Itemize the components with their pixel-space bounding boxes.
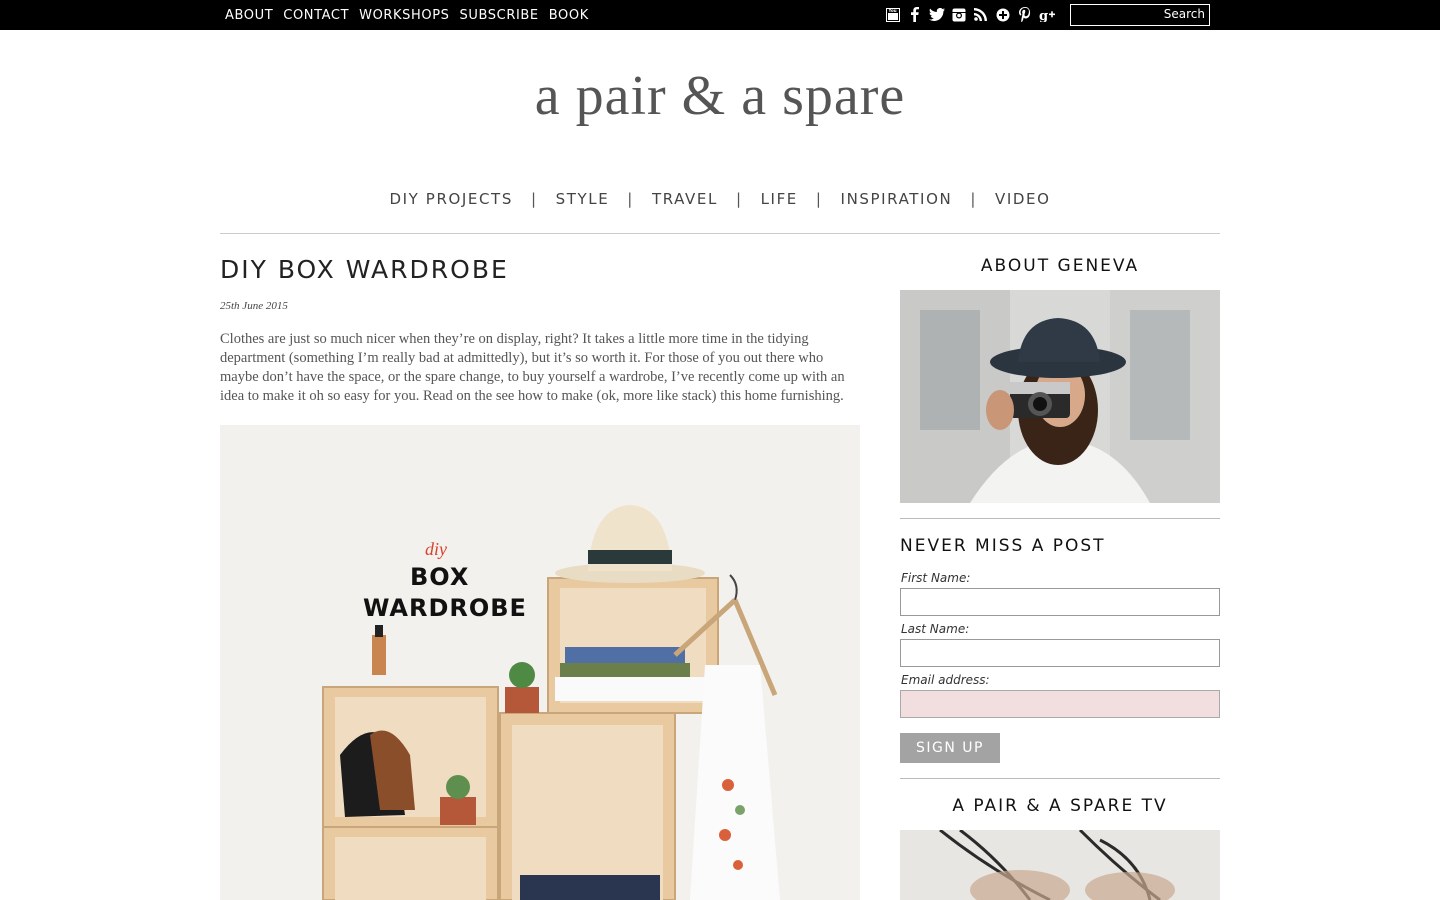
category-separator: | — [815, 190, 823, 208]
top-nav-workshops[interactable]: WORKSHOPS — [359, 8, 449, 23]
category-video[interactable]: VIDEO — [995, 190, 1051, 208]
post-body-line: department (something I’m really bad at … — [220, 350, 824, 366]
category-separator: | — [735, 190, 743, 208]
category-diy-projects[interactable]: DIY PROJECTS — [390, 190, 513, 208]
bloglovin-icon[interactable] — [994, 6, 1011, 23]
portrait-photo — [900, 290, 1220, 503]
social-icons: You g — [884, 6, 1055, 23]
post-body-line: maybe don’t have the space, or the spare… — [220, 369, 845, 385]
post-title[interactable]: DIY BOX WARDROBE — [220, 255, 509, 284]
wardrobe-photo — [220, 425, 860, 900]
youtube-icon[interactable]: You — [884, 6, 901, 23]
tv-heading: A PAIR & A SPARE TV — [952, 796, 1168, 816]
sidebar-divider — [900, 518, 1220, 519]
email-field[interactable] — [900, 690, 1220, 718]
about-heading: ABOUT GENEVA — [980, 256, 1140, 276]
post-body-line: idea to make it oh so easy for you. Read… — [220, 388, 844, 404]
top-bar — [0, 0, 1440, 30]
top-nav-subscribe[interactable]: SUBSCRIBE — [460, 8, 539, 23]
hero-kicker: diy — [425, 539, 447, 559]
category-travel[interactable]: TRAVEL — [652, 190, 718, 208]
post-date: 25th June 2015 — [220, 300, 288, 312]
post-body-line: Clothes are just so much nicer when they… — [220, 331, 809, 347]
rss-icon[interactable] — [972, 6, 989, 23]
top-nav-book[interactable]: BOOK — [549, 8, 589, 23]
sidebar-divider — [900, 778, 1220, 779]
about-photo[interactable] — [900, 290, 1220, 503]
svg-text:g: g — [1039, 9, 1048, 22]
category-nav: DIY PROJECTS | STYLE | TRAVEL | LIFE | I… — [0, 190, 1440, 208]
search-input[interactable] — [1071, 5, 1166, 25]
first-name-field[interactable] — [900, 588, 1220, 616]
twitter-icon[interactable] — [928, 6, 945, 23]
site-logo[interactable]: a pair & a spare — [0, 64, 1440, 128]
newsletter-heading: NEVER MISS A POST — [900, 536, 1106, 556]
search-box: Search — [1070, 4, 1210, 26]
last-name-field[interactable] — [900, 639, 1220, 667]
category-separator: | — [970, 190, 977, 208]
email-label: Email address: — [901, 673, 990, 687]
facebook-icon[interactable] — [906, 6, 923, 23]
category-style[interactable]: STYLE — [556, 190, 610, 208]
header-divider — [220, 233, 1220, 234]
first-name-label: First Name: — [901, 571, 971, 585]
top-nav-about[interactable]: ABOUT — [225, 8, 273, 23]
instagram-icon[interactable] — [950, 6, 967, 23]
hero-title-line2: WARDROBE — [363, 594, 527, 622]
tv-video-thumbnail[interactable] — [900, 830, 1220, 900]
category-separator: | — [530, 190, 538, 208]
hero-title-line1: BOX — [410, 563, 470, 591]
svg-text:You: You — [887, 8, 896, 13]
post-body: Clothes are just so much nicer when they… — [220, 330, 860, 406]
category-inspiration[interactable]: INSPIRATION — [841, 190, 953, 208]
category-life[interactable]: LIFE — [761, 190, 798, 208]
last-name-label: Last Name: — [901, 622, 970, 636]
sign-up-button[interactable]: SIGN UP — [900, 733, 1000, 763]
post-hero-image[interactable]: diy BOX WARDROBE — [220, 425, 860, 900]
search-button[interactable]: Search — [1164, 7, 1205, 21]
pinterest-icon[interactable] — [1016, 6, 1033, 23]
top-nav-contact[interactable]: CONTACT — [283, 8, 349, 23]
top-nav: ABOUT CONTACT WORKSHOPS SUBSCRIBE BOOK — [225, 0, 599, 30]
google-plus-icon[interactable]: g — [1038, 6, 1055, 23]
sandals-photo — [900, 830, 1220, 900]
category-separator: | — [627, 190, 634, 208]
